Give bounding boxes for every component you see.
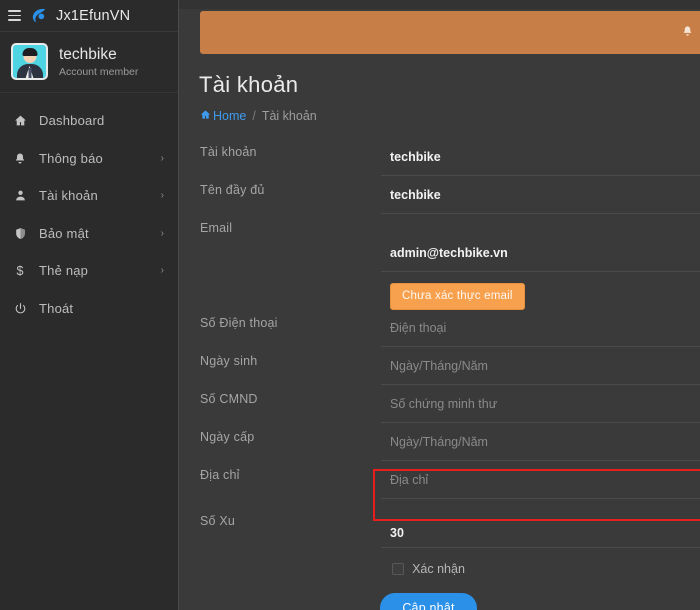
sidebar-item-topup-card[interactable]: $ Thẻ nạp › (0, 252, 178, 290)
field-placeholder: Ngày/Tháng/Năm (390, 359, 488, 373)
field-label: Địa chỉ (200, 468, 240, 482)
form-row-username: Tài khoản techbike (179, 139, 700, 177)
sidebar-item-label: Thông báo (39, 150, 103, 166)
sidebar-item-label: Thẻ nạp (39, 263, 89, 279)
chevron-right-icon: › (160, 227, 164, 239)
username-input[interactable]: techbike (381, 139, 700, 176)
app-root: Jx1EfunVN techbike Account member Dashbo… (0, 0, 700, 610)
breadcrumb-separator: / (252, 109, 256, 123)
account-form: Tài khoản techbike Tên đầy đủ techbike E… (179, 123, 700, 610)
sidebar-nav: Dashboard Thông báo › Tài khoản › Bảo mậ… (0, 93, 178, 327)
user-icon (13, 189, 27, 202)
update-button[interactable]: Cập nhật (380, 593, 477, 610)
breadcrumb-current: Tài khoản (261, 109, 317, 123)
form-row-birthdate: Ngày sinh Ngày/Tháng/Năm (179, 348, 700, 386)
birthdate-input[interactable]: Ngày/Tháng/Năm (381, 348, 700, 385)
field-placeholder: Điện thoại (390, 321, 447, 335)
chevron-right-icon: › (160, 152, 164, 164)
form-row-fullname: Tên đầy đủ techbike (179, 177, 700, 215)
sidebar-item-label: Bảo mật (39, 225, 89, 241)
chevron-right-icon: › (160, 190, 164, 202)
verify-email-button[interactable]: Chưa xác thực email (390, 283, 525, 310)
field-value: techbike (390, 188, 441, 202)
avatar (11, 43, 48, 80)
email-input[interactable]: admin@techbike.vn (381, 235, 700, 272)
chevron-right-icon: › (160, 265, 164, 277)
field-placeholder: Ngày/Tháng/Năm (390, 435, 488, 449)
form-row-issue-date: Ngày cấp Ngày/Tháng/Năm (179, 424, 700, 462)
sidebar-item-notifications[interactable]: Thông báo › (0, 140, 178, 178)
breadcrumb-home-link[interactable]: Home (200, 109, 246, 123)
swoosh-logo-icon (29, 6, 48, 25)
sidebar-item-logout[interactable]: Thoát (0, 290, 178, 328)
confirm-row: Xác nhận (179, 548, 700, 576)
main-content: Bạn chưa bật bảo vệ 2 lớp! Chúng tôi luô… (179, 0, 700, 610)
two-factor-warning-banner[interactable]: Bạn chưa bật bảo vệ 2 lớp! Chúng tôi luô (200, 11, 700, 54)
profile-name: techbike (59, 45, 117, 63)
form-row-email: Email admin@techbike.vn Chưa xác thực em… (179, 215, 700, 310)
field-placeholder: Số chứng minh thư (390, 397, 498, 411)
top-strip (179, 0, 700, 9)
form-row-address: Địa chỉ Địa chỉ (179, 462, 700, 500)
dollar-icon: $ (16, 263, 24, 278)
power-icon (13, 302, 27, 315)
profile-summary[interactable]: techbike Account member (0, 32, 178, 93)
sidebar-item-label: Thoát (39, 300, 74, 316)
confirm-label: Xác nhận (412, 562, 465, 576)
form-row-id-number: Số CMND Số chứng minh thư (179, 386, 700, 424)
home-icon (13, 114, 27, 127)
bell-icon (13, 152, 27, 165)
bell-icon (682, 25, 693, 40)
field-value: techbike (390, 150, 441, 164)
breadcrumb-home-label: Home (213, 109, 247, 123)
field-label: Số Điện thoại (200, 316, 278, 330)
sidebar-item-account[interactable]: Tài khoản › (0, 177, 178, 215)
fullname-input[interactable]: techbike (381, 177, 700, 214)
sidebar-item-label: Tài khoản (39, 188, 98, 204)
hamburger-menu-icon[interactable] (8, 10, 21, 21)
field-label: Ngày sinh (200, 354, 258, 368)
issue-date-input[interactable]: Ngày/Tháng/Năm (381, 424, 700, 461)
page-title: Tài khoản (199, 72, 299, 97)
brand-name: Jx1EfunVN (56, 7, 131, 24)
field-value: admin@techbike.vn (390, 246, 508, 260)
sidebar: Jx1EfunVN techbike Account member Dashbo… (0, 0, 179, 610)
profile-role: Account member (59, 65, 139, 78)
brand-bar: Jx1EfunVN (0, 0, 178, 32)
id-number-input[interactable]: Số chứng minh thư (381, 386, 700, 423)
field-value: 30 (390, 526, 404, 540)
coins-input[interactable]: 30 (381, 500, 700, 548)
home-icon (200, 109, 211, 123)
sidebar-item-label: Dashboard (39, 113, 105, 129)
sidebar-item-security[interactable]: Bảo mật › (0, 215, 178, 253)
confirm-checkbox[interactable] (392, 563, 405, 575)
field-label: Số CMND (200, 392, 258, 406)
sidebar-item-dashboard[interactable]: Dashboard (0, 102, 178, 140)
phone-input[interactable]: Điện thoại (381, 310, 700, 347)
field-label: Tài khoản (200, 145, 257, 159)
field-label: Số Xu (200, 514, 236, 528)
breadcrumb: Home / Tài khoản (179, 98, 700, 123)
form-row-phone: Số Điện thoại Điện thoại (179, 310, 700, 348)
address-input[interactable]: Địa chỉ (381, 462, 700, 499)
shield-icon (13, 227, 27, 240)
form-row-coins: Số Xu 30 (179, 500, 700, 548)
field-label: Tên đầy đủ (200, 183, 265, 197)
field-placeholder: Địa chỉ (390, 473, 429, 487)
field-label: Email (200, 221, 233, 235)
field-label: Ngày cấp (200, 430, 255, 444)
